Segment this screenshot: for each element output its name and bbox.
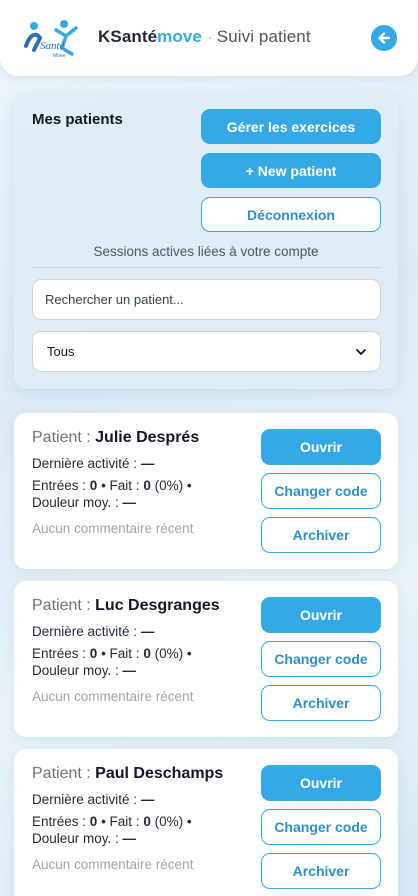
- done-label: Fait :: [109, 814, 140, 829]
- patient-search-input[interactable]: [32, 279, 381, 320]
- done-value: 0: [143, 646, 151, 661]
- patient-card: Patient : Luc Desgranges Dernière activi…: [14, 581, 398, 737]
- brand-accent: move: [157, 27, 202, 46]
- manage-exercises-button[interactable]: Gérer les exercices: [201, 109, 381, 144]
- app-logo: Santé Move: [24, 20, 78, 59]
- done-percent: (0%): [154, 814, 184, 829]
- patient-label: Patient :: [32, 429, 91, 446]
- last-activity-label: Dernière activité :: [32, 456, 138, 471]
- patient-name: Julie Després: [95, 429, 200, 446]
- panel-title: Mes patients: [32, 111, 123, 128]
- sessions-note: Sessions actives liées à votre compte: [93, 244, 319, 259]
- last-activity-value: —: [140, 624, 155, 639]
- brand-main: KSanté: [98, 27, 158, 46]
- done-value: 0: [143, 478, 151, 493]
- open-patient-button[interactable]: Ouvrir: [261, 765, 381, 801]
- app-header: Santé Move KSantémove · Suivi patient: [0, 0, 418, 76]
- last-activity-value: —: [140, 456, 155, 471]
- done-percent: (0%): [154, 646, 184, 661]
- patient-label: Patient :: [32, 597, 91, 614]
- stats-line: Entrées : 0 • Fait : 0 (0%) •: [32, 814, 192, 829]
- last-activity-value: —: [140, 792, 155, 807]
- entries-value: 0: [89, 646, 98, 661]
- logout-button[interactable]: Déconnexion: [201, 197, 381, 232]
- pain-line: Douleur moy. : —: [32, 830, 136, 847]
- patients-panel: Mes patients Gérer les exercices + New p…: [14, 93, 398, 389]
- pain-value: —: [122, 831, 137, 846]
- entries-value: 0: [89, 814, 98, 829]
- last-activity-label: Dernière activité :: [32, 792, 138, 807]
- entries-value: 0: [89, 478, 98, 493]
- pain-line: Douleur moy. : —: [32, 662, 136, 679]
- entries-label: Entrées :: [32, 814, 87, 829]
- change-code-button[interactable]: Changer code: [261, 473, 381, 509]
- filter-selected-value: Tous: [47, 344, 75, 359]
- patient-card: Patient : Paul Deschamps Dernière activi…: [14, 749, 398, 896]
- pain-label: Douleur moy. :: [32, 495, 119, 510]
- chevron-down-icon: [356, 348, 366, 355]
- open-patient-button[interactable]: Ouvrir: [261, 429, 381, 465]
- pain-value: —: [122, 495, 137, 510]
- logo-lettering: Santé: [40, 40, 66, 52]
- brand-title: KSantémove · Suivi patient: [98, 27, 311, 47]
- patient-card: Patient : Julie Després Dernière activit…: [14, 413, 398, 569]
- patient-name: Paul Deschamps: [95, 765, 224, 782]
- patient-title: Patient : Paul Deschamps: [32, 765, 223, 783]
- done-label: Fait :: [109, 478, 140, 493]
- done-label: Fait :: [109, 646, 140, 661]
- entries-label: Entrées :: [32, 646, 87, 661]
- stats-line: Entrées : 0 • Fait : 0 (0%) •: [32, 646, 192, 661]
- archive-button[interactable]: Archiver: [261, 517, 381, 553]
- done-value: 0: [143, 814, 151, 829]
- pain-label: Douleur moy. :: [32, 831, 119, 846]
- patient-title: Patient : Julie Després: [32, 429, 199, 447]
- patient-title: Patient : Luc Desgranges: [32, 597, 220, 615]
- change-code-button[interactable]: Changer code: [261, 809, 381, 845]
- brand-separator: ·: [207, 29, 213, 45]
- recent-comment: Aucun commentaire récent: [32, 857, 194, 872]
- pain-label: Douleur moy. :: [32, 663, 119, 678]
- last-activity-label: Dernière activité :: [32, 624, 138, 639]
- entries-label: Entrées :: [32, 478, 87, 493]
- last-activity: Dernière activité : —: [32, 791, 154, 808]
- patient-label: Patient :: [32, 765, 91, 782]
- back-button[interactable]: [371, 25, 397, 51]
- done-percent: (0%): [154, 478, 184, 493]
- pain-value: —: [122, 663, 137, 678]
- arrow-left-icon: [378, 32, 391, 44]
- patient-name: Luc Desgranges: [95, 597, 220, 614]
- page-subtitle: Suivi patient: [216, 27, 311, 46]
- last-activity: Dernière activité : —: [32, 455, 154, 472]
- stats-line: Entrées : 0 • Fait : 0 (0%) •: [32, 478, 192, 493]
- open-patient-button[interactable]: Ouvrir: [261, 597, 381, 633]
- change-code-button[interactable]: Changer code: [261, 641, 381, 677]
- new-patient-button[interactable]: + New patient: [201, 153, 381, 188]
- svg-text:Move: Move: [53, 53, 65, 59]
- archive-button[interactable]: Archiver: [261, 685, 381, 721]
- recent-comment: Aucun commentaire récent: [32, 521, 194, 536]
- last-activity: Dernière activité : —: [32, 623, 154, 640]
- patient-filter-select[interactable]: Tous: [32, 331, 381, 372]
- archive-button[interactable]: Archiver: [261, 853, 381, 889]
- divider: [32, 267, 380, 268]
- pain-line: Douleur moy. : —: [32, 494, 136, 511]
- recent-comment: Aucun commentaire récent: [32, 689, 194, 704]
